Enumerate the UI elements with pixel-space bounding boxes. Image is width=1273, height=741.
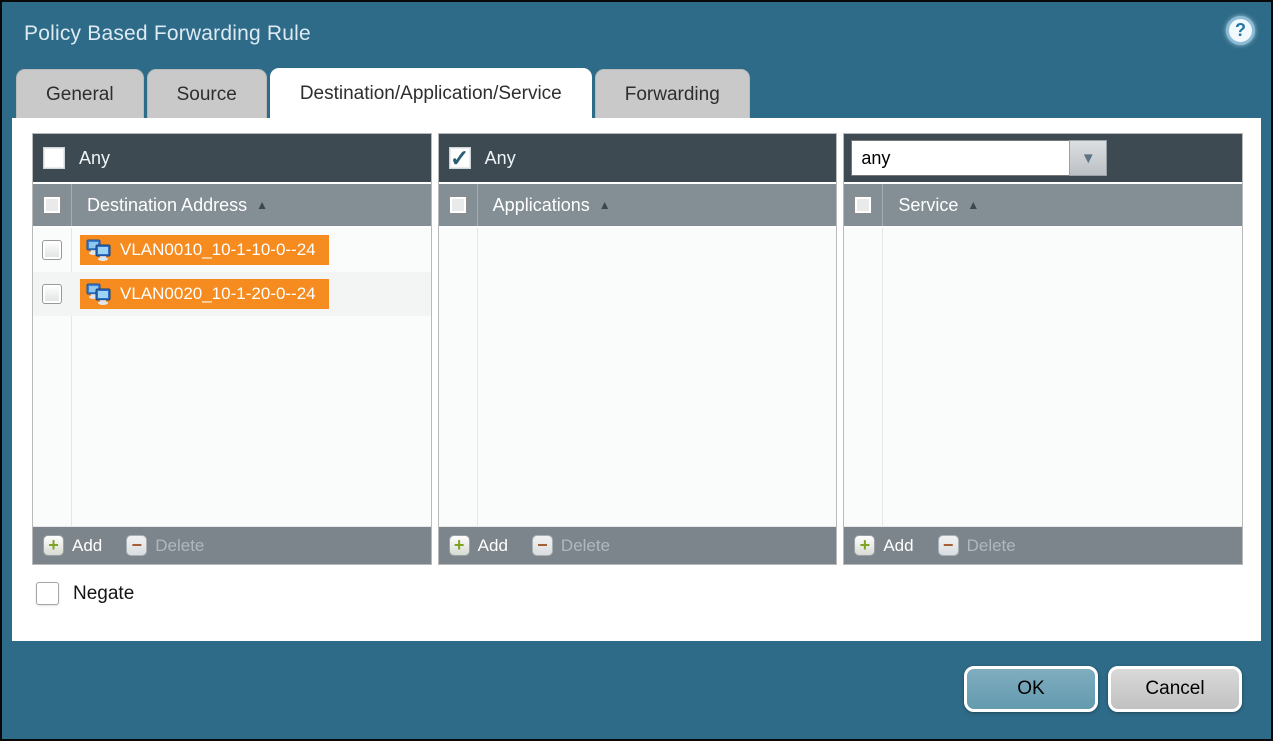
minus-icon: − [938, 535, 959, 556]
sort-asc-icon[interactable]: ▲ [967, 198, 979, 212]
applications-any-bar: ✓ Any [439, 134, 837, 182]
service-type-bar: ▼ [844, 134, 1242, 182]
delete-label: Delete [155, 536, 204, 556]
applications-delete-button[interactable]: − Delete [532, 535, 610, 556]
service-dropdown-input[interactable] [851, 140, 1069, 176]
destination-any-label: Any [79, 148, 110, 169]
destination-column-label: Destination Address [87, 195, 247, 216]
service-type-dropdown[interactable]: ▼ [851, 140, 1107, 176]
tab-forwarding[interactable]: Forwarding [595, 69, 750, 118]
tab-content: Any Destination Address ▲ [12, 118, 1261, 641]
ok-button[interactable]: OK [964, 666, 1098, 712]
column-divider [477, 228, 478, 526]
plus-icon: + [854, 535, 875, 556]
negate-row: Negate [36, 582, 1243, 605]
delete-label: Delete [561, 536, 610, 556]
dialog-footer: OK Cancel [2, 642, 1271, 739]
row-checkbox[interactable] [42, 240, 62, 260]
destination-actions-bar: + Add − Delete [33, 526, 431, 564]
tab-source[interactable]: Source [147, 69, 267, 118]
service-add-button[interactable]: + Add [854, 535, 913, 556]
applications-add-button[interactable]: + Add [449, 535, 508, 556]
service-column-header: Service ▲ [844, 182, 1242, 228]
destination-any-bar: Any [33, 134, 431, 182]
sort-asc-icon[interactable]: ▲ [599, 198, 611, 212]
column-divider [882, 184, 883, 226]
service-column-label: Service [898, 195, 958, 216]
service-dropdown-button[interactable]: ▼ [1069, 140, 1107, 176]
applications-any-label: Any [485, 148, 516, 169]
address-chip[interactable]: VLAN0010_10-1-10-0--24 [80, 235, 329, 265]
destination-any-checkbox[interactable] [43, 147, 65, 169]
network-address-icon [86, 283, 112, 305]
applications-panel: ✓ Any Applications ▲ + Add [438, 133, 838, 565]
negate-label: Negate [73, 583, 134, 605]
plus-icon: + [43, 535, 64, 556]
cancel-button[interactable]: Cancel [1108, 666, 1242, 712]
row-checkbox[interactable] [42, 284, 62, 304]
destination-row[interactable]: VLAN0020_10-1-20-0--24 [33, 272, 431, 316]
network-address-icon [86, 239, 112, 261]
add-label: Add [478, 536, 508, 556]
destination-select-all-checkbox[interactable] [43, 196, 61, 214]
chevron-down-icon: ▼ [1081, 150, 1096, 167]
service-panel: ▼ Service ▲ + Add [843, 133, 1243, 565]
title-bar: Policy Based Forwarding Rule ? [2, 2, 1271, 68]
service-actions-bar: + Add − Delete [844, 526, 1242, 564]
page-title: Policy Based Forwarding Rule [24, 22, 311, 46]
destination-delete-button[interactable]: − Delete [126, 535, 204, 556]
minus-icon: − [126, 535, 147, 556]
destination-add-button[interactable]: + Add [43, 535, 102, 556]
add-label: Add [883, 536, 913, 556]
minus-icon: − [532, 535, 553, 556]
service-list [844, 228, 1242, 526]
applications-select-all-checkbox[interactable] [449, 196, 467, 214]
applications-list [439, 228, 837, 526]
applications-any-checkbox[interactable]: ✓ [449, 147, 471, 169]
applications-column-label: Applications [493, 195, 590, 216]
panels-container: Any Destination Address ▲ [32, 133, 1243, 565]
tab-destination-application-service[interactable]: Destination/Application/Service [270, 68, 592, 118]
destination-address-panel: Any Destination Address ▲ [32, 133, 432, 565]
column-divider [882, 228, 883, 526]
checkmark-icon: ✓ [450, 145, 470, 172]
destination-row[interactable]: VLAN0010_10-1-10-0--24 [33, 228, 431, 272]
help-icon[interactable]: ? [1226, 16, 1255, 45]
destination-column-header: Destination Address ▲ [33, 182, 431, 228]
plus-icon: + [449, 535, 470, 556]
applications-actions-bar: + Add − Delete [439, 526, 837, 564]
destination-list: VLAN0010_10-1-10-0--24 [33, 228, 431, 526]
address-chip-label: VLAN0020_10-1-20-0--24 [120, 284, 316, 304]
column-divider [477, 184, 478, 226]
service-select-all-checkbox[interactable] [854, 196, 872, 214]
service-delete-button[interactable]: − Delete [938, 535, 1016, 556]
tab-bar: General Source Destination/Application/S… [2, 68, 1271, 118]
applications-column-header: Applications ▲ [439, 182, 837, 228]
negate-checkbox[interactable] [36, 582, 59, 605]
add-label: Add [72, 536, 102, 556]
sort-asc-icon[interactable]: ▲ [256, 198, 268, 212]
policy-based-forwarding-dialog: Policy Based Forwarding Rule ? General S… [0, 0, 1273, 741]
tab-general[interactable]: General [16, 69, 144, 118]
address-chip[interactable]: VLAN0020_10-1-20-0--24 [80, 279, 329, 309]
address-chip-label: VLAN0010_10-1-10-0--24 [120, 240, 316, 260]
column-divider [71, 184, 72, 226]
delete-label: Delete [967, 536, 1016, 556]
